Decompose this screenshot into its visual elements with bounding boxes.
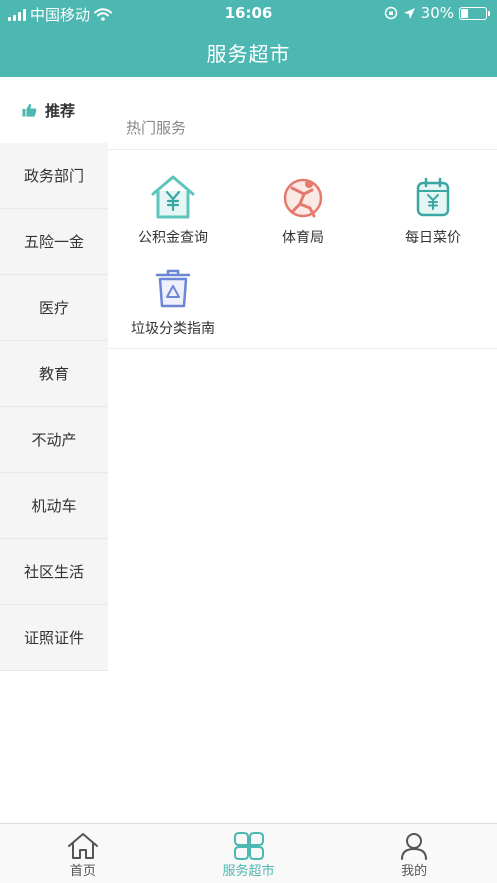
sidebar-item-certificates[interactable]: 证照证件 (0, 605, 108, 671)
tab-label: 服务超市 (222, 864, 275, 879)
section-title: 热门服务 (126, 119, 187, 137)
service-label: 垃圾分类指南 (131, 321, 215, 337)
sidebar-item-education[interactable]: 教育 (0, 341, 108, 407)
status-right: 30% (384, 4, 490, 22)
sidebar-item-vehicle[interactable]: 机动车 (0, 473, 108, 539)
user-icon (400, 832, 428, 860)
tab-mine[interactable]: 我的 (331, 824, 497, 883)
sidebar-item-community[interactable]: 社区生活 (0, 539, 108, 605)
sidebar-item-real-estate[interactable]: 不动产 (0, 407, 108, 473)
home-icon (67, 832, 99, 860)
app-header: 中国移动 16:06 30% 服务超市 (0, 0, 497, 77)
category-sidebar: 推荐 政务部门 五险一金 医疗 教育 不动产 机动车 社区生活 证照证件 (0, 77, 108, 671)
sidebar-item-label: 社区生活 (23, 563, 84, 581)
service-garbage-sorting[interactable]: 垃圾分类指南 (108, 264, 238, 338)
thumbs-up-icon (22, 103, 37, 117)
divider (108, 149, 497, 150)
sidebar-item-medical[interactable]: 医疗 (0, 275, 108, 341)
service-label: 公积金查询 (138, 230, 208, 246)
sidebar-item-government[interactable]: 政务部门 (0, 143, 108, 209)
service-sports-bureau[interactable]: 体育局 (238, 173, 368, 247)
recycle-bin-icon (108, 264, 238, 312)
tab-service-market[interactable]: 服务超市 (166, 824, 332, 883)
status-bar: 中国移动 16:06 30% (0, 0, 497, 26)
bottom-tab-bar: 首页 服务超市 我的 (0, 823, 497, 883)
divider (108, 348, 497, 349)
location-arrow-icon (403, 7, 415, 19)
service-housing-fund[interactable]: 公积金查询 (108, 173, 238, 247)
service-panel: 热门服务 公积金查询 体育局 每日菜价 垃圾分类指南 (108, 77, 497, 349)
sidebar-item-label: 医疗 (38, 299, 69, 317)
sidebar-item-label: 五险一金 (23, 233, 84, 251)
sidebar-item-insurance[interactable]: 五险一金 (0, 209, 108, 275)
battery-fill (461, 8, 469, 18)
clover-grid-icon (233, 832, 264, 860)
service-label: 每日菜价 (405, 230, 461, 246)
page-title: 服务超市 (206, 42, 291, 66)
house-yuan-icon (108, 173, 238, 221)
sidebar-item-recommend[interactable]: 推荐 (0, 77, 108, 143)
sidebar-item-label: 证照证件 (23, 629, 84, 647)
service-daily-prices[interactable]: 每日菜价 (368, 173, 497, 247)
sidebar-item-label: 推荐 (45, 101, 76, 120)
sidebar-item-label: 教育 (38, 365, 69, 383)
orientation-lock-icon (384, 6, 397, 20)
tab-label: 首页 (69, 864, 96, 879)
sidebar-item-label: 不动产 (31, 431, 77, 449)
tab-home[interactable]: 首页 (0, 824, 166, 883)
sidebar-item-label: 政务部门 (23, 167, 84, 185)
sidebar-item-label: 机动车 (31, 497, 77, 515)
calendar-yuan-icon (368, 173, 497, 221)
battery-percent: 30% (420, 4, 454, 22)
service-label: 体育局 (282, 230, 324, 246)
battery-icon (459, 6, 490, 20)
tab-label: 我的 (401, 864, 428, 879)
sports-figure-icon (238, 173, 368, 221)
